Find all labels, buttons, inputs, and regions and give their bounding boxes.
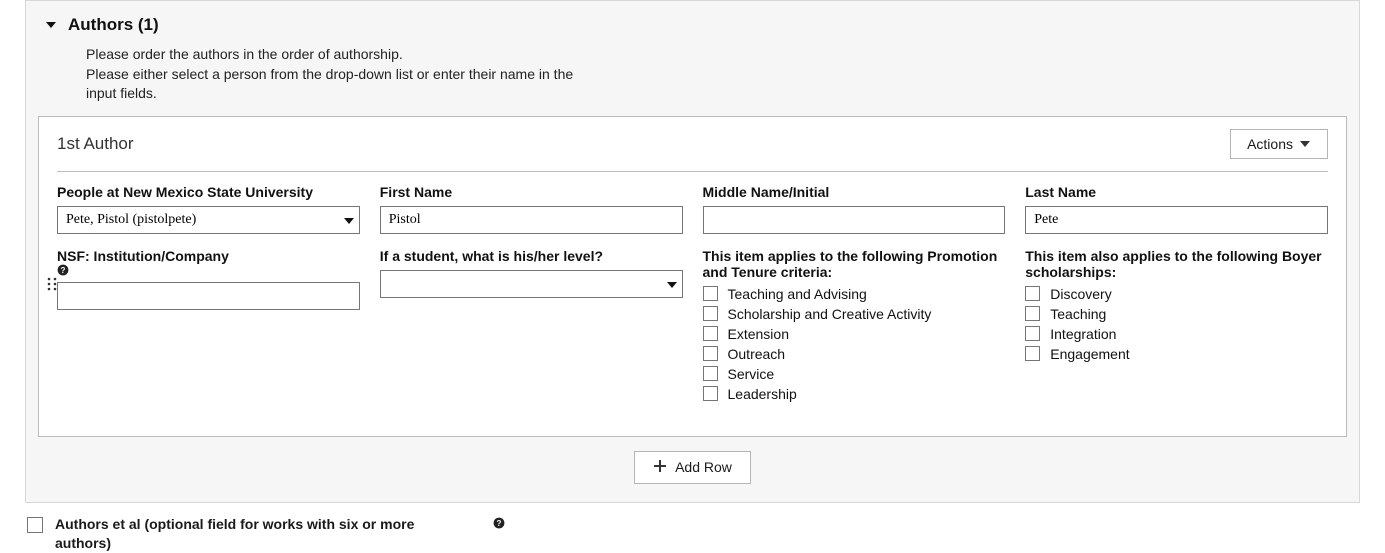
author-heading: 1st Author xyxy=(57,134,134,154)
pt-option-item: Scholarship and Creative Activity xyxy=(703,306,1006,322)
authors-etal-row: Authors et al (optional field for works … xyxy=(25,515,1360,553)
pt-option-item: Outreach xyxy=(703,346,1006,362)
boyer-option-checkbox[interactable] xyxy=(1025,286,1040,301)
people-field: People at New Mexico State University xyxy=(57,184,360,234)
plus-icon xyxy=(653,459,667,476)
pt-option-item: Service xyxy=(703,366,1006,382)
add-row-label: Add Row xyxy=(675,459,732,475)
help-icon[interactable]: ? xyxy=(493,517,505,529)
nsf-input[interactable] xyxy=(57,282,360,310)
svg-text:?: ? xyxy=(497,519,502,528)
author-card: 1st Author Actions People at New Mexico … xyxy=(38,116,1347,437)
boyer-option-checkbox[interactable] xyxy=(1025,326,1040,341)
actions-button[interactable]: Actions xyxy=(1230,129,1328,159)
actions-label: Actions xyxy=(1247,136,1293,152)
student-level-select[interactable] xyxy=(380,270,683,298)
boyer-option-label: Engagement xyxy=(1050,346,1129,362)
pt-option-checkbox[interactable] xyxy=(703,386,718,401)
nsf-field: NSF: Institution/Company ? xyxy=(57,248,360,310)
boyer-label: This item also applies to the following … xyxy=(1025,248,1328,280)
panel-instructions: Please order the authors in the order of… xyxy=(26,45,606,116)
last-name-input[interactable] xyxy=(1025,206,1328,234)
pt-criteria-label: This item applies to the following Promo… xyxy=(703,248,1006,280)
instructions-line: Please either select a person from the d… xyxy=(86,65,606,104)
last-name-field: Last Name xyxy=(1025,184,1328,234)
pt-option-label: Scholarship and Creative Activity xyxy=(728,306,932,322)
boyer-option-label: Discovery xyxy=(1050,286,1111,302)
middle-name-input[interactable] xyxy=(703,206,1006,234)
people-label: People at New Mexico State University xyxy=(57,184,360,200)
add-row-button[interactable]: Add Row xyxy=(634,451,751,484)
last-name-label: Last Name xyxy=(1025,184,1328,200)
pt-option-label: Leadership xyxy=(728,386,797,402)
chevron-down-icon xyxy=(44,18,58,32)
pt-option-item: Extension xyxy=(703,326,1006,342)
people-select[interactable] xyxy=(57,206,360,234)
first-name-field: First Name xyxy=(380,184,683,234)
boyer-option-item: Teaching xyxy=(1025,306,1328,322)
student-level-field: If a student, what is his/her level? xyxy=(380,248,683,298)
boyer-option-label: Integration xyxy=(1050,326,1116,342)
boyer-option-label: Teaching xyxy=(1050,306,1106,322)
pt-option-checkbox[interactable] xyxy=(703,326,718,341)
pt-option-label: Extension xyxy=(728,326,789,342)
authors-etal-label: Authors et al (optional field for works … xyxy=(55,515,435,553)
student-level-label: If a student, what is his/her level? xyxy=(380,248,683,264)
first-name-label: First Name xyxy=(380,184,683,200)
help-icon[interactable]: ? xyxy=(57,264,360,276)
pt-option-checkbox[interactable] xyxy=(703,286,718,301)
middle-name-label: Middle Name/Initial xyxy=(703,184,1006,200)
pt-option-item: Teaching and Advising xyxy=(703,286,1006,302)
boyer-option-item: Engagement xyxy=(1025,346,1328,362)
authors-panel: Authors (1) Please order the authors in … xyxy=(25,0,1360,503)
boyer-option-checkbox[interactable] xyxy=(1025,346,1040,361)
first-name-input[interactable] xyxy=(380,206,683,234)
pt-option-checkbox[interactable] xyxy=(703,366,718,381)
drag-handle-icon[interactable] xyxy=(47,277,57,294)
pt-option-checkbox[interactable] xyxy=(703,346,718,361)
boyer-list: Discovery Teaching Integration Engagement xyxy=(1025,286,1328,362)
chevron-down-icon xyxy=(1299,136,1311,152)
pt-option-label: Teaching and Advising xyxy=(728,286,867,302)
panel-title: Authors (1) xyxy=(68,15,159,35)
middle-name-field: Middle Name/Initial xyxy=(703,184,1006,234)
svg-text:?: ? xyxy=(61,266,66,275)
pt-option-item: Leadership xyxy=(703,386,1006,402)
boyer-option-item: Integration xyxy=(1025,326,1328,342)
pt-criteria-list: Teaching and Advising Scholarship and Cre… xyxy=(703,286,1006,402)
pt-criteria-field: This item applies to the following Promo… xyxy=(703,248,1006,406)
nsf-label: NSF: Institution/Company ? xyxy=(57,248,360,276)
pt-option-checkbox[interactable] xyxy=(703,306,718,321)
instructions-line: Please order the authors in the order of… xyxy=(86,45,606,65)
boyer-option-checkbox[interactable] xyxy=(1025,306,1040,321)
pt-option-label: Outreach xyxy=(728,346,786,362)
panel-header[interactable]: Authors (1) xyxy=(26,15,1359,45)
pt-option-label: Service xyxy=(728,366,775,382)
authors-etal-checkbox[interactable] xyxy=(27,517,43,533)
nsf-label-text: NSF: Institution/Company xyxy=(57,248,229,264)
boyer-option-item: Discovery xyxy=(1025,286,1328,302)
boyer-field: This item also applies to the following … xyxy=(1025,248,1328,366)
